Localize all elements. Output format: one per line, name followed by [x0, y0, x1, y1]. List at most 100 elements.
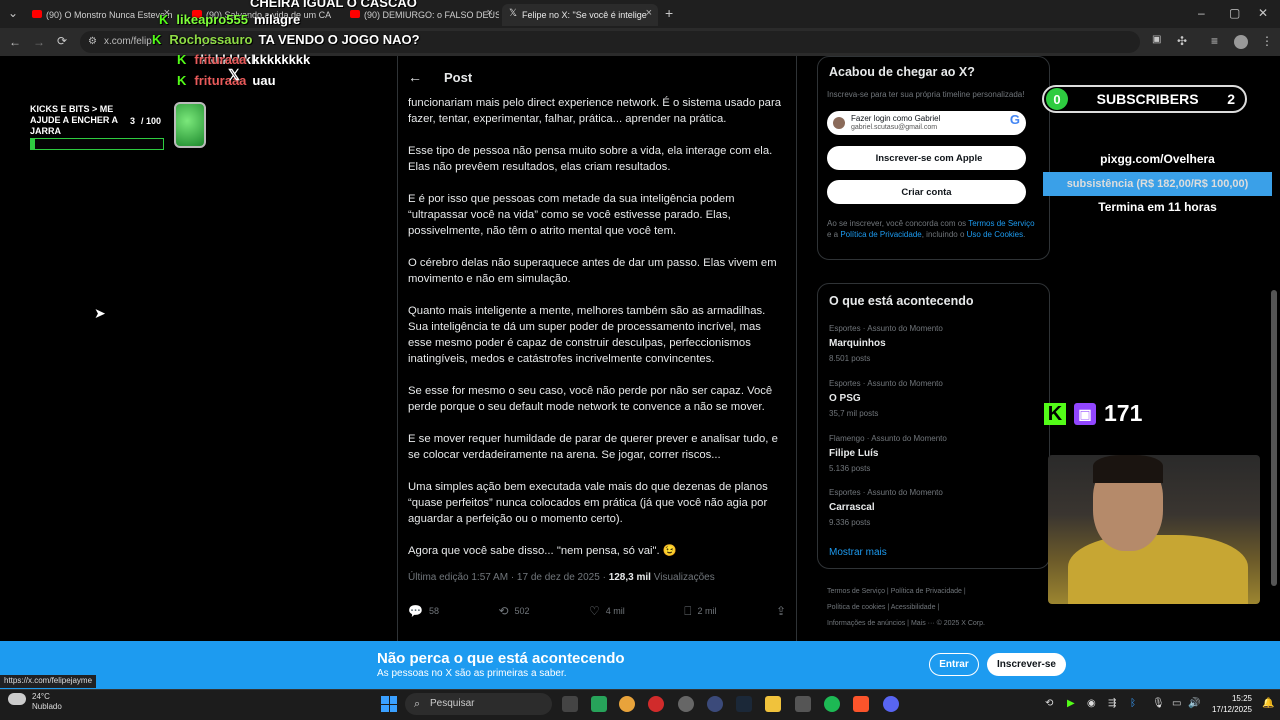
cookies-link[interactable]: Uso de Cookies: [967, 230, 1023, 239]
footer-link[interactable]: Política de Privacidade: [891, 588, 962, 595]
footer-link[interactable]: Mais ···: [911, 620, 935, 627]
trend-item[interactable]: Esportes · Assunto do Momento Carrascal 9.…: [829, 488, 943, 527]
x-logo-icon: 𝕏: [509, 8, 518, 19]
share-button[interactable]: ⇪: [776, 604, 786, 618]
opera-icon[interactable]: [648, 696, 664, 712]
footer-link[interactable]: Política de cookies: [827, 604, 885, 611]
close-tab-icon[interactable]: ×: [646, 7, 652, 19]
discord-icon[interactable]: [883, 696, 899, 712]
reload-icon[interactable]: ⟳: [57, 34, 67, 48]
create-account-button[interactable]: Criar conta: [827, 180, 1026, 204]
minimize-button[interactable]: –: [1198, 6, 1205, 20]
login-button[interactable]: Entrar: [929, 653, 979, 676]
terms-text: Ao se inscrever, você concorda com os: [827, 219, 969, 228]
terms-text: .: [1023, 229, 1026, 239]
media-player-icon[interactable]: [591, 696, 607, 712]
trend-item[interactable]: Esportes · Assunto do Momento Marquinhos 8…: [829, 324, 943, 363]
brave-icon[interactable]: [853, 696, 869, 712]
tab-search-icon[interactable]: ⌄: [8, 6, 18, 20]
signup-button[interactable]: Inscrever-se: [987, 653, 1066, 676]
google-login-button[interactable]: Fazer login como Gabriel gabriel.scutasu@…: [827, 111, 1026, 135]
chat-username: likeapro555: [176, 12, 248, 27]
subscribers-widget: 0 SUBSCRIBERS 2: [1042, 85, 1247, 113]
app-icon[interactable]: [707, 696, 723, 712]
bluetooth-icon[interactable]: ᛒ: [1130, 698, 1136, 709]
footer-sep: |: [887, 604, 890, 611]
notification-icon[interactable]: 🔔: [1262, 698, 1274, 709]
tab-label: (90) DEMIURGO: o FALSO DEUS: [364, 10, 499, 20]
back-icon[interactable]: ←: [9, 35, 21, 49]
post-paragraph: funcionariam mais pelo direct experience…: [408, 97, 781, 125]
jar-title: KICKS E BITS > ME AJUDE A ENCHER A JARRA: [30, 104, 118, 136]
tray-overflow-icon[interactable]: ⟲: [1045, 698, 1053, 709]
file-explorer-icon[interactable]: [765, 696, 781, 712]
menu-icon[interactable]: ⋮: [1261, 34, 1273, 48]
taskbar-clock[interactable]: 15:25 17/12/2025: [1200, 693, 1252, 715]
repost-count: 502: [514, 606, 530, 616]
tab-4-active[interactable]: 𝕏 Felipe no X: "Se você é intelige ×: [502, 4, 658, 26]
like-button[interactable]: ♡ 4 mil: [589, 604, 625, 618]
network-icon[interactable]: ▭: [1172, 698, 1181, 709]
apple-signup-button[interactable]: Inscrever-se com Apple: [827, 146, 1026, 170]
site-info-icon[interactable]: ⚙: [88, 31, 97, 53]
share-icon: ⇪: [775, 604, 786, 618]
close-window-button[interactable]: ✕: [1258, 6, 1268, 20]
terms-link[interactable]: Termos de Serviço: [968, 219, 1034, 228]
tab-label: Felipe no X: "Se você é intelige: [522, 10, 647, 20]
close-tab-icon[interactable]: ×: [487, 7, 493, 19]
webcam-person-hair: [1093, 455, 1163, 483]
kick-icon: K: [159, 12, 169, 27]
tray-app-icon[interactable]: ▶: [1067, 698, 1075, 709]
steam-icon[interactable]: [736, 696, 752, 712]
post-paragraph: Quanto mais inteligente a mente, melhore…: [408, 305, 766, 365]
post-paragraph: O cérebro delas não superaquece antes de…: [408, 257, 777, 285]
clock-date: 17/12/2025: [1211, 705, 1252, 714]
post-title: Post: [444, 69, 473, 85]
apple-signup-label: Inscrever-se com Apple: [875, 152, 983, 164]
reading-list-icon[interactable]: ≡: [1211, 34, 1218, 48]
kick-icon: K: [177, 73, 187, 88]
chat-text: kkkkkkkk: [252, 52, 311, 67]
app-icon[interactable]: [678, 696, 694, 712]
app-icon[interactable]: [795, 696, 811, 712]
task-view-icon[interactable]: [562, 696, 578, 712]
tray-app-icon[interactable]: ⇶: [1108, 698, 1116, 709]
profile-avatar[interactable]: [1234, 35, 1248, 49]
reply-button[interactable]: 💬 58: [408, 604, 439, 618]
microphone-icon[interactable]: 🎙: [1152, 698, 1165, 709]
tab-1[interactable]: (90) O Monstro Nunca Esteve n ×: [26, 4, 176, 26]
back-arrow-icon[interactable]: ←: [408, 69, 444, 85]
volume-icon[interactable]: 🔊: [1188, 698, 1200, 709]
post-edit-timestamp[interactable]: Última edição 1:57 AM · 17 de dez de 202…: [408, 572, 606, 583]
pix-url: pixgg.com/Ovelhera: [1100, 152, 1215, 166]
extensions-icon[interactable]: ✣: [1177, 34, 1187, 48]
subs-label: SUBSCRIBERS: [1096, 91, 1199, 107]
new-tab-button[interactable]: +: [665, 5, 673, 21]
footer-link[interactable]: Informações de anúncios: [827, 620, 905, 627]
weather-temp: 24°C: [32, 692, 50, 701]
privacy-link[interactable]: Política de Privacidade: [840, 230, 921, 239]
maximize-button[interactable]: ▢: [1229, 6, 1240, 20]
tab-group-icon[interactable]: ▣: [1152, 34, 1161, 45]
like-count: 4 mil: [605, 606, 625, 616]
bookmark-button[interactable]: ⎕ 2 mil: [684, 604, 716, 619]
chat-text: milagre: [253, 12, 301, 27]
tray-app-icon[interactable]: ◉: [1087, 698, 1096, 709]
scrollbar-thumb[interactable]: [1271, 290, 1277, 586]
trend-item[interactable]: Esportes · Assunto do Momento O PSG 35,7 m…: [829, 379, 943, 418]
tab-label: (90) O Monstro Nunca Esteve n: [46, 10, 173, 20]
footer-link[interactable]: Acessibilidade: [891, 604, 936, 611]
start-button[interactable]: [381, 696, 397, 712]
forward-icon[interactable]: →: [33, 35, 45, 49]
show-more-link[interactable]: Mostrar mais: [829, 547, 887, 558]
footer-link[interactable]: Termos de Serviço: [827, 588, 885, 595]
taskbar-search[interactable]: ⌕ Pesquisar: [405, 693, 552, 715]
trend-item[interactable]: Flamengo · Assunto do Momento Filipe Luís…: [829, 434, 947, 473]
taskbar-search-label: Pesquisar: [430, 698, 475, 709]
spotify-icon[interactable]: [824, 696, 840, 712]
chat-username: Rochossauro: [169, 32, 253, 47]
webcam-feed: [1048, 455, 1260, 604]
chrome-icon[interactable]: [619, 696, 635, 712]
weather-widget[interactable]: 24°C Nublado: [8, 692, 62, 712]
repost-button[interactable]: ⟲ 502: [498, 604, 529, 618]
